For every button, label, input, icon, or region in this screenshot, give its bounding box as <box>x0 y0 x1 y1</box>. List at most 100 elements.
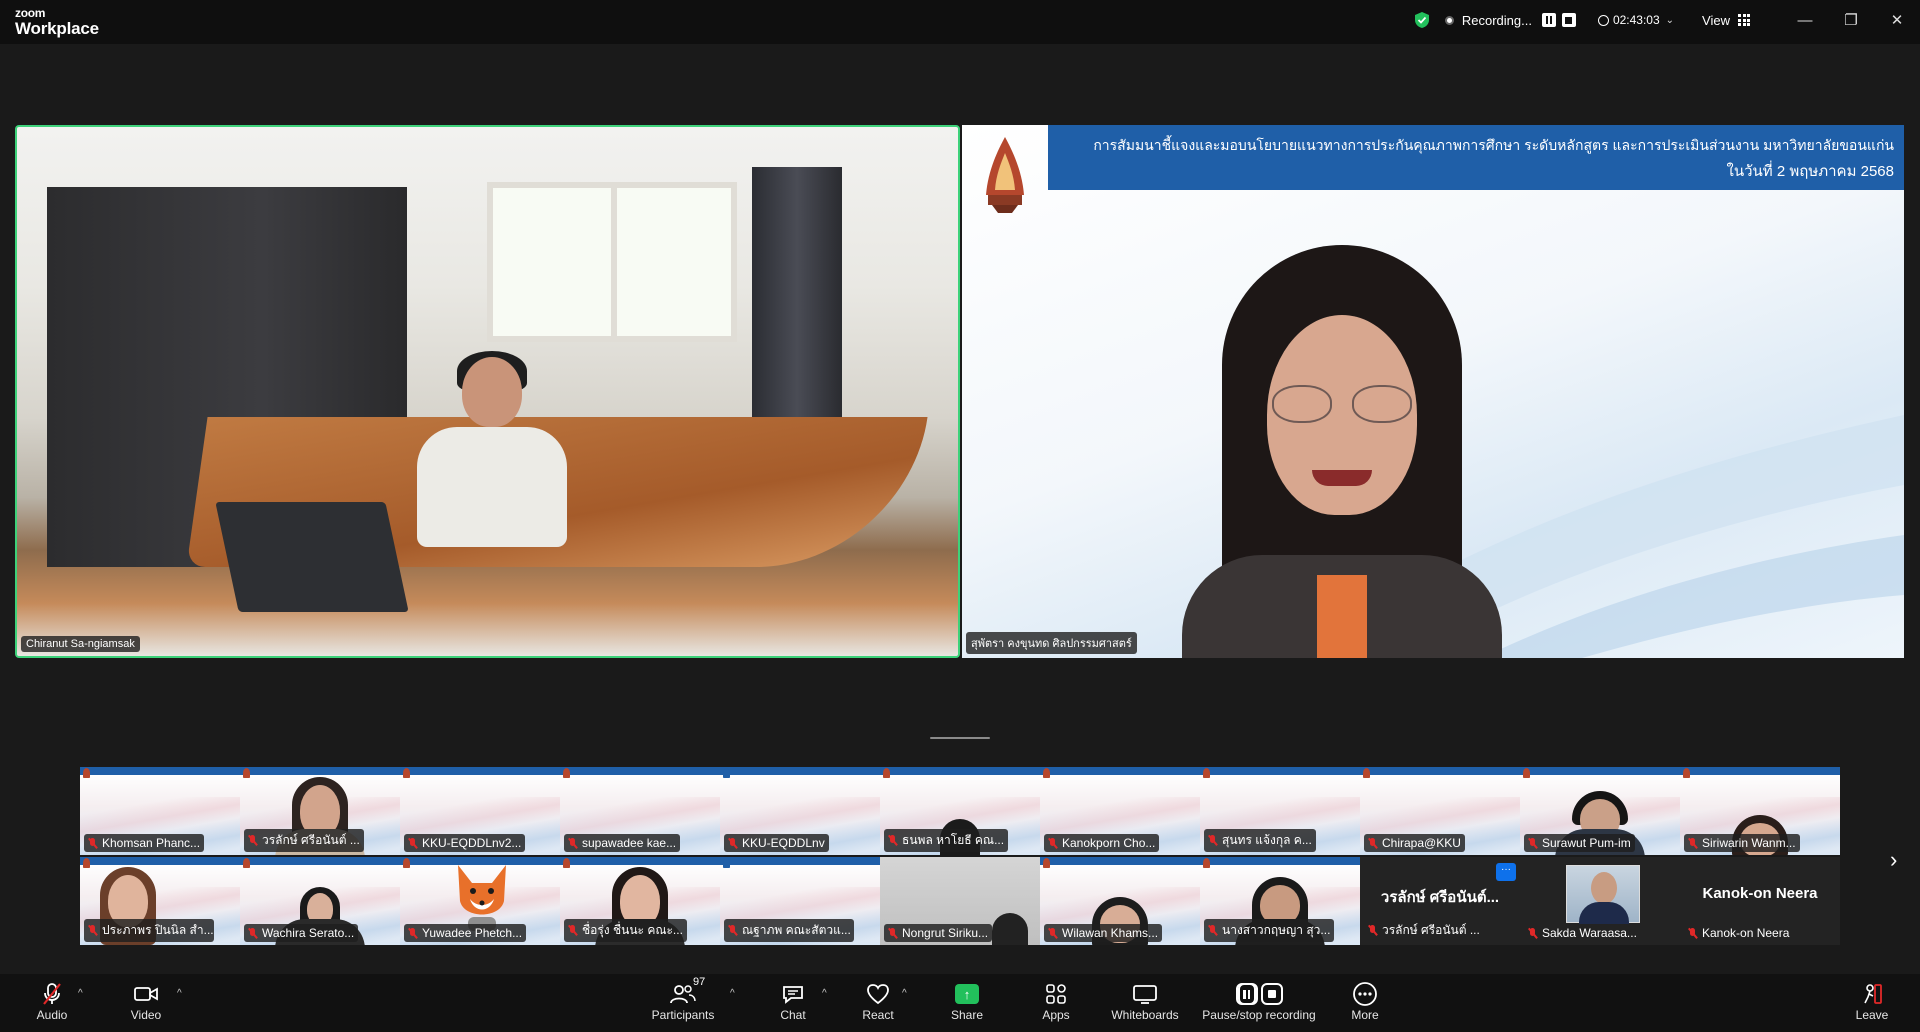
stop-recording-button[interactable] <box>1561 13 1576 27</box>
office-window-image <box>487 182 737 342</box>
university-emblem-icon <box>986 137 1024 213</box>
gallery-name-label: Kanok-on Neera <box>1684 924 1793 942</box>
apps-label: Apps <box>1042 1008 1070 1022</box>
gallery-tile-no-video[interactable]: Sakda Waraasa... <box>1520 857 1680 945</box>
participants-button[interactable]: 97 Participants <box>650 976 716 1028</box>
recording-status: Recording... <box>1461 12 1532 28</box>
gallery-name-label: Chirapa@KKU <box>1364 834 1465 852</box>
gallery-name-label: Nongrut Siriku... <box>884 924 993 942</box>
more-label: More <box>1351 1008 1379 1022</box>
speaker-video-tile-active[interactable]: Chiranut Sa-ngiamsak <box>15 125 960 658</box>
more-dots-icon <box>1353 982 1377 1006</box>
gallery-tile[interactable]: Khomsan Phanc... <box>80 767 240 855</box>
gallery-name-label: ชื่อรุ่ง ชื่นนะ คณะ... <box>564 919 687 942</box>
gallery-name-label: Sakda Waraasa... <box>1524 924 1641 942</box>
participant-display-name: Kanok-on Neera <box>1702 885 1818 902</box>
gallery-name-label: สุนทร แจ้งกุล ค... <box>1204 829 1316 852</box>
video-button[interactable]: Video <box>128 980 164 1028</box>
gallery-tile-no-video[interactable]: ··· วรลักษ์ ศรีอนันต์... วรลักษ์ ศรีอนัน… <box>1360 857 1520 945</box>
more-button[interactable]: More <box>1350 980 1380 1028</box>
gallery-tile[interactable]: Wilawan Khams... <box>1040 857 1200 945</box>
recording-indicator-icon <box>1444 15 1454 25</box>
gallery-next-page-arrow[interactable]: › <box>1890 847 1897 873</box>
gallery-tile[interactable]: Nongrut Siriku... <box>880 857 1040 945</box>
meeting-timer[interactable]: 02:43:03 ⌄ <box>1597 13 1675 27</box>
view-label: View <box>1702 12 1730 28</box>
gallery-tile[interactable]: Yuwadee Phetch... <box>400 857 560 945</box>
chat-options-caret-icon[interactable]: ^ <box>822 988 827 999</box>
muted-mic-icon <box>1368 925 1377 936</box>
muted-mic-icon <box>1048 837 1057 849</box>
restore-button[interactable]: ❐ <box>1828 11 1874 29</box>
video-options-caret-icon[interactable]: ^ <box>177 988 182 999</box>
gallery-name-label: ประภาพร ปินนิล สำ... <box>84 919 214 942</box>
muted-mic-icon <box>1528 837 1537 849</box>
react-options-caret-icon[interactable]: ^ <box>902 988 907 999</box>
close-window-button[interactable]: ✕ <box>1874 11 1920 29</box>
muted-mic-icon <box>1208 835 1217 846</box>
audio-button[interactable]: Audio <box>34 980 70 1028</box>
gallery-tile[interactable]: Chirapa@KKU <box>1360 767 1520 855</box>
fox-avatar-icon <box>458 865 506 931</box>
gallery-tile[interactable]: supawadee kae... <box>560 767 720 855</box>
whiteboards-label: Whiteboards <box>1111 1008 1179 1022</box>
share-button[interactable]: ↑ Share <box>950 980 984 1028</box>
resize-handle[interactable] <box>930 737 990 739</box>
zoom-meeting-window: zoom Workplace Recording... 02:43:03 ⌄ V… <box>0 0 1920 1032</box>
muted-mic-icon <box>248 927 257 939</box>
avatar <box>1566 865 1640 924</box>
view-button[interactable]: View <box>1702 13 1750 28</box>
more-options-button[interactable]: ··· <box>1496 863 1516 881</box>
pause-recording-button[interactable] <box>1541 13 1556 27</box>
encryption-shield-icon[interactable] <box>1413 11 1431 29</box>
muted-mic-icon <box>568 837 577 849</box>
gallery-name-label: KKU-EQDDLnv2... <box>404 834 526 852</box>
gallery-tile[interactable]: วรลักษ์ ศรีอนันต์ ... <box>240 767 400 855</box>
chat-bubble-icon <box>783 986 803 1004</box>
gallery-strip: Khomsan Phanc... วรลักษ์ ศรีอนันต์ ... K… <box>80 767 1840 947</box>
participants-count: 97 <box>693 976 706 988</box>
gallery-tile[interactable]: Wachira Serato... <box>240 857 400 945</box>
gallery-tile[interactable]: ธนพล หาโยธี คณ... <box>880 767 1040 855</box>
gallery-tile[interactable]: นางสาวกฤษญา สุว... <box>1200 857 1360 945</box>
title-bar: zoom Workplace Recording... 02:43:03 ⌄ V… <box>0 0 1920 44</box>
participant-video-person <box>1142 245 1542 658</box>
gallery-tile[interactable]: Siriwarin Wanm... <box>1680 767 1840 855</box>
zoom-logo: zoom Workplace <box>15 7 99 37</box>
participants-options-caret-icon[interactable]: ^ <box>730 988 735 999</box>
banner-title: การสัมมนาชี้แจงและมอบนโยบายแนวทางการประก… <box>1093 137 1894 153</box>
pause-stop-recording-button[interactable]: Pause/stop recording <box>1200 980 1318 1028</box>
chat-button[interactable]: Chat <box>778 980 808 1028</box>
react-button[interactable]: React <box>860 980 896 1028</box>
gallery-tile[interactable]: ชื่อรุ่ง ชื่นนะ คณะ... <box>560 857 720 945</box>
muted-mic-icon <box>1048 927 1057 939</box>
gallery-tile[interactable]: Surawut Pum-im <box>1520 767 1680 855</box>
gallery-name-label: วรลักษ์ ศรีอนันต์ ... <box>1364 919 1484 942</box>
apps-button[interactable]: Apps <box>1040 980 1072 1028</box>
laptop-image <box>215 502 409 612</box>
muted-mic-icon <box>408 927 417 939</box>
audio-options-caret-icon[interactable]: ^ <box>78 988 83 999</box>
gallery-tile-no-video[interactable]: Kanok-on Neera Kanok-on Neera <box>1680 857 1840 945</box>
gallery-tile[interactable]: สุนทร แจ้งกุล ค... <box>1200 767 1360 855</box>
meeting-toolbar: Audio ^ Video ^ 97 Participants ^ Chat ^… <box>0 974 1920 1032</box>
gallery-tile[interactable]: KKU-EQDDLnv2... <box>400 767 560 855</box>
gallery-tile[interactable]: KKU-EQDDLnv <box>720 767 880 855</box>
video-camera-icon <box>134 987 158 1001</box>
apps-icon <box>1046 984 1066 1004</box>
whiteboards-button[interactable]: Whiteboards <box>1110 980 1180 1028</box>
minimize-button[interactable]: — <box>1782 12 1828 29</box>
gallery-tile[interactable]: Kanokporn Cho... <box>1040 767 1200 855</box>
gallery-name-label: ณฐาภพ คณะสัตวแ... <box>724 919 854 942</box>
gallery-name-label: supawadee kae... <box>564 834 681 852</box>
participant-video-person <box>417 351 567 547</box>
gallery-tile[interactable]: ณฐาภพ คณะสัตวแ... <box>720 857 880 945</box>
leave-button[interactable]: Leave <box>1856 980 1888 1028</box>
speaker-video-tile[interactable]: การสัมมนาชี้แจงและมอบนโยบายแนวทางการประก… <box>962 125 1904 658</box>
chevron-down-icon: ⌄ <box>1665 14 1675 26</box>
gallery-name-label: KKU-EQDDLnv <box>724 834 829 852</box>
muted-mic-icon <box>888 835 897 846</box>
muted-mic-icon <box>1208 925 1217 936</box>
muted-mic-icon <box>568 925 577 936</box>
gallery-tile[interactable]: ประภาพร ปินนิล สำ... <box>80 857 240 945</box>
